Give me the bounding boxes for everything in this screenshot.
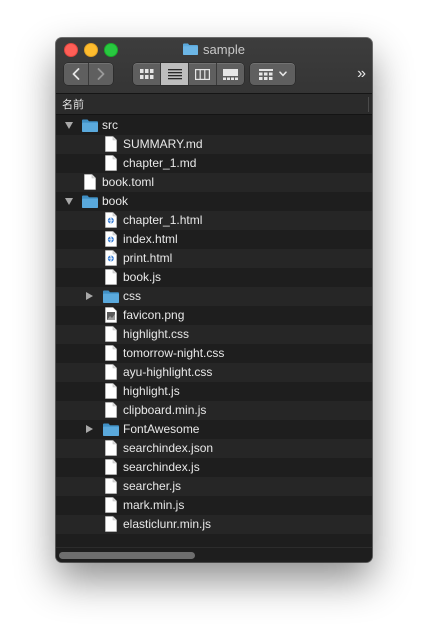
file-icon [105, 478, 121, 495]
folder-icon [82, 193, 98, 210]
item-name: mark.min.js [123, 498, 185, 512]
back-button[interactable] [64, 63, 89, 85]
item-name: book.toml [102, 175, 155, 189]
nav-buttons [64, 63, 113, 85]
forward-button[interactable] [89, 63, 113, 85]
toolbar-overflow-button[interactable]: » [357, 64, 366, 84]
item-name: css [123, 289, 141, 303]
file-icon [105, 155, 121, 172]
disclosure-expanded-icon[interactable] [65, 122, 73, 129]
file-row[interactable]: book.js [56, 268, 372, 287]
item-name: favicon.png [123, 308, 185, 322]
item-name: highlight.css [123, 327, 190, 341]
file-icon [105, 402, 121, 419]
item-name: SUMMARY.md [123, 137, 203, 151]
chevron-right-icon [97, 68, 105, 80]
item-name: elasticlunr.min.js [123, 517, 212, 531]
scrollbar-thumb[interactable] [59, 552, 195, 559]
file-row[interactable]: highlight.css [56, 325, 372, 344]
file-row[interactable]: clipboard.min.js [56, 401, 372, 420]
disclosure-collapsed-icon[interactable] [86, 425, 93, 433]
folder-row[interactable]: FontAwesome [56, 420, 372, 439]
group-by-button[interactable] [250, 63, 295, 85]
item-name: chapter_1.html [123, 213, 203, 227]
file-icon [105, 136, 121, 153]
html-file-icon [105, 212, 121, 229]
grid-icon [139, 68, 153, 79]
folder-row[interactable]: css [56, 287, 372, 306]
list-view-button[interactable] [161, 63, 189, 85]
disclosure-collapsed-icon[interactable] [86, 292, 93, 300]
file-row[interactable]: favicon.png [56, 306, 372, 325]
file-row[interactable]: ayu-highlight.css [56, 363, 372, 382]
item-name: highlight.js [123, 384, 180, 398]
column-divider [368, 97, 369, 112]
gallery-view-button[interactable] [217, 63, 244, 85]
item-name: print.html [123, 251, 173, 265]
file-list: src SUMMARY.md chapter_1.md book.toml book ch… [56, 116, 372, 562]
html-file-icon [105, 250, 121, 267]
folder-icon [183, 43, 199, 55]
folder-row[interactable]: book [56, 192, 372, 211]
group-grid-icon [258, 68, 273, 80]
icon-view-button[interactable] [133, 63, 161, 85]
file-row[interactable]: searchindex.js [56, 458, 372, 477]
file-icon [105, 516, 121, 533]
item-name: searcher.js [123, 479, 182, 493]
item-name: clipboard.min.js [123, 403, 207, 417]
item-name: searchindex.js [123, 460, 200, 474]
name-column-header[interactable]: 名前 [56, 94, 372, 115]
item-name: book.js [123, 270, 162, 284]
gallery-icon [223, 68, 238, 80]
file-icon [105, 364, 121, 381]
file-row[interactable]: index.html [56, 230, 372, 249]
window-title-text: sample [203, 41, 245, 57]
name-column-header-label: 名前 [62, 99, 84, 111]
item-name: book [102, 194, 129, 208]
item-name: FontAwesome [123, 422, 200, 436]
file-icon [105, 269, 121, 286]
folder-row[interactable]: src [56, 116, 372, 135]
file-row[interactable]: tomorrow-night.css [56, 344, 372, 363]
file-row[interactable]: chapter_1.html [56, 211, 372, 230]
window-title: sample [56, 41, 372, 57]
image-file-icon [105, 307, 121, 324]
item-name: searchindex.json [123, 441, 214, 455]
disclosure-expanded-icon[interactable] [65, 198, 73, 205]
folder-icon [103, 421, 119, 438]
file-icon [105, 497, 121, 514]
file-icon [105, 345, 121, 362]
horizontal-scrollbar[interactable] [56, 547, 372, 562]
finder-window: sample » 名前 src SUMMARY.md chapter_1.md … [56, 38, 372, 562]
file-row[interactable]: searcher.js [56, 477, 372, 496]
file-icon [84, 174, 100, 191]
item-name: src [102, 118, 118, 132]
file-icon [105, 459, 121, 476]
html-file-icon [105, 231, 121, 248]
chevron-down-icon [278, 71, 287, 77]
file-row[interactable]: SUMMARY.md [56, 135, 372, 154]
file-row[interactable]: chapter_1.md [56, 154, 372, 173]
folder-icon [82, 117, 98, 134]
file-row[interactable]: mark.min.js [56, 496, 372, 515]
chevron-left-icon [72, 68, 80, 80]
view-mode-segment [133, 63, 244, 85]
item-name: index.html [123, 232, 178, 246]
item-name: ayu-highlight.css [123, 365, 213, 379]
file-row[interactable]: elasticlunr.min.js [56, 515, 372, 534]
file-icon [105, 383, 121, 400]
item-name: tomorrow-night.css [123, 346, 225, 360]
item-name: chapter_1.md [123, 156, 197, 170]
titlebar: sample » [56, 38, 372, 94]
file-icon [105, 326, 121, 343]
list-icon [167, 68, 182, 79]
file-row[interactable]: book.toml [56, 173, 372, 192]
file-icon [105, 440, 121, 457]
file-row[interactable]: highlight.js [56, 382, 372, 401]
folder-icon [103, 288, 119, 305]
file-row[interactable]: searchindex.json [56, 439, 372, 458]
columns-icon [195, 68, 210, 80]
column-view-button[interactable] [189, 63, 217, 85]
file-row[interactable]: print.html [56, 249, 372, 268]
